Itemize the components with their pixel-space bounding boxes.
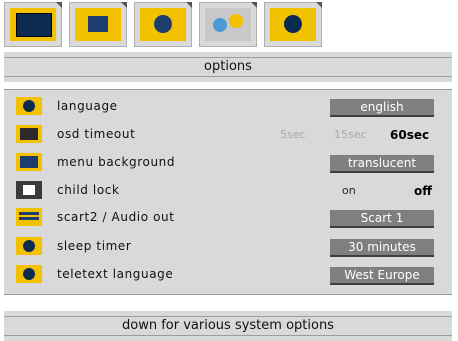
scart-value[interactable]: Scart 1 bbox=[330, 210, 434, 228]
option-label: menu background bbox=[57, 155, 176, 169]
globe-icon bbox=[16, 265, 42, 283]
hint-bar: down for various system options bbox=[4, 311, 452, 341]
options-panel: language english osd timeout 5sec 15sec … bbox=[4, 89, 452, 295]
sleep-timer-value[interactable]: 30 minutes bbox=[330, 239, 434, 257]
language-value[interactable]: english bbox=[330, 99, 434, 117]
menu-background-value[interactable]: translucent bbox=[330, 155, 434, 173]
child-lock-on[interactable]: on bbox=[342, 184, 356, 197]
globe-icon bbox=[16, 237, 42, 255]
speaker-icon bbox=[140, 8, 186, 41]
features-icon bbox=[205, 8, 251, 41]
osd-choice-60sec[interactable]: 60sec bbox=[390, 128, 429, 142]
option-child-lock[interactable]: child lock on off bbox=[4, 177, 452, 205]
option-teletext-language[interactable]: teletext language West Europe bbox=[4, 261, 452, 289]
option-label: scart2 / Audio out bbox=[57, 210, 175, 224]
background-icon bbox=[16, 153, 42, 171]
option-menu-background[interactable]: menu background translucent bbox=[4, 149, 452, 177]
option-language[interactable]: language english bbox=[4, 93, 452, 121]
option-label: language bbox=[57, 99, 118, 113]
option-scart-audio-out[interactable]: scart2 / Audio out Scart 1 bbox=[4, 204, 452, 232]
option-label: teletext language bbox=[57, 267, 174, 281]
page-title: options bbox=[204, 59, 252, 74]
child-lock-off[interactable]: off bbox=[414, 184, 432, 198]
monitor-icon bbox=[10, 8, 56, 41]
scart-icon bbox=[16, 208, 42, 226]
section-header: options bbox=[4, 52, 452, 82]
tab-sound[interactable] bbox=[134, 2, 192, 47]
option-osd-timeout[interactable]: osd timeout 5sec 15sec 60sec bbox=[4, 121, 452, 149]
picture-settings-icon bbox=[75, 8, 121, 41]
lock-icon bbox=[16, 181, 42, 199]
globe-icon bbox=[270, 8, 316, 41]
option-sleep-timer[interactable]: sleep timer 30 minutes bbox=[4, 233, 452, 261]
hint-text: down for various system options bbox=[122, 318, 334, 333]
option-label: child lock bbox=[57, 183, 120, 197]
globe-icon bbox=[16, 97, 42, 115]
tab-install[interactable] bbox=[264, 2, 322, 47]
osd-choice-5sec[interactable]: 5sec bbox=[280, 128, 306, 141]
timer-icon bbox=[16, 125, 42, 143]
option-label: osd timeout bbox=[57, 127, 136, 141]
osd-choice-15sec[interactable]: 15sec bbox=[334, 128, 367, 141]
option-label: sleep timer bbox=[57, 239, 132, 253]
tab-features[interactable] bbox=[199, 2, 257, 47]
tab-display[interactable] bbox=[4, 2, 62, 47]
teletext-language-value[interactable]: West Europe bbox=[330, 267, 434, 285]
tab-picture[interactable] bbox=[69, 2, 127, 47]
